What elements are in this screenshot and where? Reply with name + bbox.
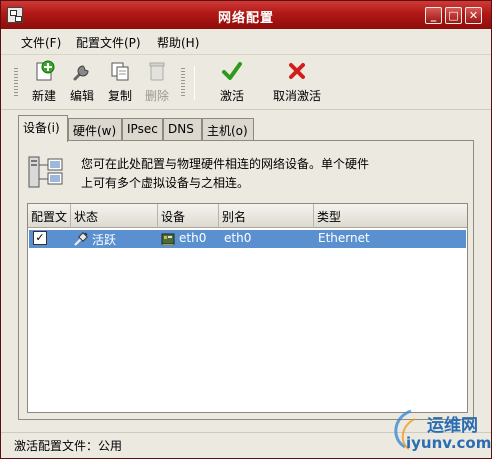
menu-profile[interactable]: 配置文件(P) <box>76 34 141 51</box>
edit-button[interactable]: 编辑 <box>67 60 97 104</box>
menu-bar: 文件(F) 配置文件(P) 帮助(H) <box>1 29 491 55</box>
row-device: eth0 <box>179 231 207 245</box>
profile-checkbox[interactable]: ✓ <box>33 231 47 245</box>
new-label: 新建 <box>31 89 56 103</box>
menu-file[interactable]: 文件(F) <box>21 34 61 51</box>
new-button[interactable]: 新建 <box>29 60 59 104</box>
close-button[interactable]: ✕ <box>465 7 482 24</box>
tab-ipsec[interactable]: IPsec <box>122 118 163 141</box>
wrench-icon <box>71 60 93 82</box>
copy-label: 复制 <box>107 89 132 103</box>
deactivate-label: 取消激活 <box>272 89 321 103</box>
maximize-button[interactable]: □ <box>445 7 462 24</box>
column-alias[interactable]: 别名 <box>219 204 314 228</box>
watermark-cn: 运维网 <box>427 416 478 436</box>
menu-help[interactable]: 帮助(H) <box>157 34 199 51</box>
tab-devices-label: 设备(i) <box>23 121 60 135</box>
network-config-window: 网络配置 _ □ ✕ 文件(F) 配置文件(P) 帮助(H) 新建 编辑 复制 … <box>0 0 492 459</box>
copy-icon <box>109 60 131 82</box>
checkmark-icon <box>221 60 243 82</box>
info-line-2: 上可有多个虚拟设备与之相连。 <box>81 176 250 190</box>
info-line-1: 您可在此处配置与物理硬件相连的网络设备。单个硬件 <box>81 157 370 171</box>
tab-hardware[interactable]: 硬件(w) <box>68 118 122 141</box>
toolbar: 新建 编辑 复制 删除 激活 取消激活 <box>1 56 491 110</box>
info-text: 您可在此处配置与物理硬件相连的网络设备。单个硬件 上可有多个虚拟设备与之相连。 <box>81 155 461 193</box>
tab-hosts[interactable]: 主机(o) <box>202 118 254 141</box>
activate-button[interactable]: 激活 <box>217 60 247 104</box>
column-type[interactable]: 类型 <box>314 204 467 228</box>
title-bar[interactable]: 网络配置 _ □ ✕ <box>1 1 491 29</box>
tab-dns[interactable]: DNS <box>163 118 202 141</box>
ethernet-card-icon <box>161 232 176 246</box>
network-active-icon <box>73 231 89 247</box>
toolbar-grip[interactable] <box>14 68 18 98</box>
copy-button[interactable]: 复制 <box>105 60 135 104</box>
activate-label: 激活 <box>219 89 244 103</box>
column-profile[interactable]: 配置文 <box>28 204 71 228</box>
tab-hardware-label: 硬件(w) <box>73 124 117 138</box>
watermark-en: iyunv.com <box>406 434 492 452</box>
tab-dns-label: DNS <box>168 122 194 136</box>
toolbar-grip-2[interactable] <box>181 68 185 98</box>
toolbar-separator <box>194 66 195 100</box>
devices-panel: 您可在此处配置与物理硬件相连的网络设备。单个硬件 上可有多个虚拟设备与之相连。 … <box>18 140 474 420</box>
delete-button[interactable]: 删除 <box>142 60 172 104</box>
new-icon <box>33 60 55 82</box>
row-alias: eth0 <box>224 231 252 245</box>
deactivate-button[interactable]: 取消激活 <box>269 60 325 104</box>
device-list[interactable]: 配置文 状态 设备 别名 类型 ✓ 活跃 eth0 eth0 Ethernet <box>27 203 468 413</box>
list-header: 配置文 状态 设备 别名 类型 <box>28 204 467 228</box>
tab-hosts-label: 主机(o) <box>207 124 248 138</box>
status-text: 激活配置文件：公用 <box>14 439 123 453</box>
tab-ipsec-label: IPsec <box>127 122 158 136</box>
table-row[interactable]: ✓ 活跃 eth0 eth0 Ethernet <box>29 230 466 248</box>
row-status: 活跃 <box>92 233 117 247</box>
tab-devices[interactable]: 设备(i) <box>18 115 68 142</box>
minimize-button[interactable]: _ <box>425 7 442 24</box>
row-type: Ethernet <box>318 231 370 245</box>
window-title: 网络配置 <box>217 11 274 26</box>
delete-label: 删除 <box>144 89 169 103</box>
network-devices-icon <box>28 155 64 189</box>
column-device[interactable]: 设备 <box>158 204 219 228</box>
edit-label: 编辑 <box>69 89 94 103</box>
trash-icon <box>146 60 168 82</box>
column-status[interactable]: 状态 <box>71 204 158 228</box>
red-x-icon <box>286 60 308 82</box>
